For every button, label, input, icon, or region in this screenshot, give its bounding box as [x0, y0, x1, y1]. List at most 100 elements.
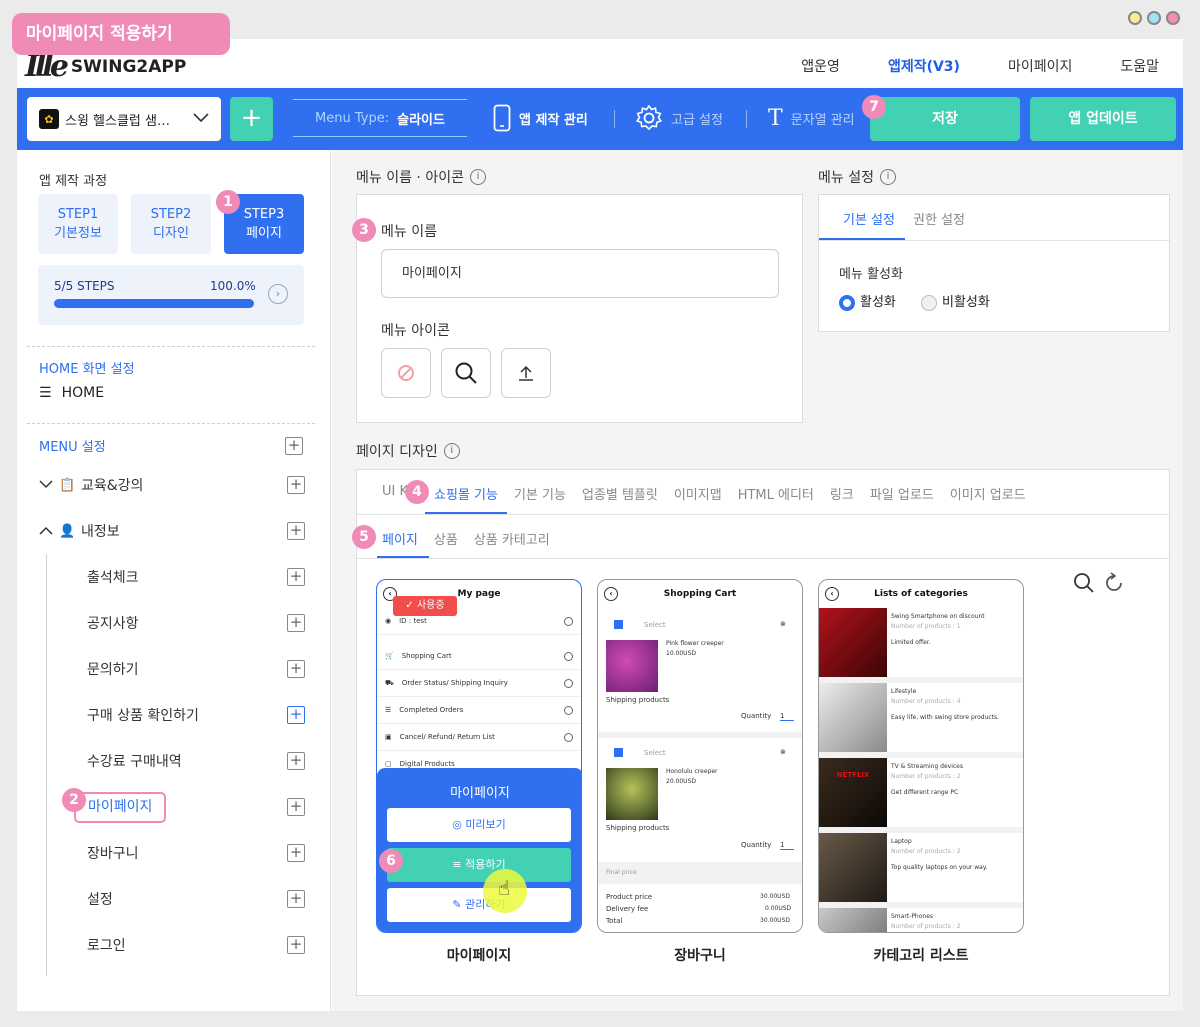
template-card-cart[interactable]: ‹ Shopping Cart Select ⊗ Pink flower cre… — [597, 579, 803, 933]
menu-name-input[interactable]: 마이페이지 — [381, 249, 779, 298]
minimize-dot-icon[interactable] — [1128, 11, 1142, 25]
preview-button[interactable]: ◎ 미리보기 — [387, 808, 571, 842]
add-submenu-button[interactable]: + — [287, 476, 305, 494]
subtab-product-category[interactable]: 상품 카테고리 — [466, 529, 558, 548]
no-icon-button[interactable] — [381, 348, 431, 398]
sidebar-item-purchase-check[interactable]: 구매 상품 확인하기 + — [87, 703, 305, 727]
badge-text: 사용중 — [416, 600, 445, 611]
menu-type[interactable]: Menu Type: 슬라이드 — [293, 99, 467, 137]
sidebar-item-inquiry[interactable]: 문의하기 + — [87, 657, 305, 681]
category-item: Swing Smartphone on discount Number of pr… — [819, 608, 1023, 683]
nav-help[interactable]: 도움말 — [1120, 56, 1159, 76]
in-use-badge: ✓ 사용중 — [393, 596, 457, 616]
sidebar: 앱 제작 과정 STEP1 기본정보 STEP2 디자인 STEP3 페이지 5… — [17, 150, 331, 1011]
app-window: Ille SWING2APP 앱운영 앱제작(V3) 마이페이지 도움말 ✿ 스… — [17, 39, 1183, 1011]
sidebar-item-tuition-history[interactable]: 수강료 구매내역 + — [87, 749, 305, 773]
add-app-button[interactable]: + — [230, 97, 273, 141]
close-dot-icon[interactable] — [1166, 11, 1180, 25]
tab-html-editor[interactable]: HTML 에디터 — [730, 484, 822, 503]
add-button[interactable]: + — [287, 936, 305, 954]
sidebar-item-cart[interactable]: 장바구니 + — [87, 841, 305, 865]
advanced-settings-button[interactable]: 고급 설정 — [635, 104, 723, 132]
tab-basic-settings[interactable]: 기본 설정 — [843, 209, 895, 228]
radio-active[interactable]: 활성화 — [839, 291, 896, 311]
sidebar-item-attendance[interactable]: 출석체크 + — [87, 565, 305, 589]
text-t-icon: T — [768, 106, 783, 131]
add-button[interactable]: + — [287, 568, 305, 586]
menu-name-panel: 메뉴 이름 마이페이지 메뉴 아이콘 — [356, 194, 803, 423]
sidebar-item-settings[interactable]: 설정 + — [87, 887, 305, 911]
search-icon-button[interactable] — [441, 348, 491, 398]
tab-image-upload[interactable]: 이미지 업로드 — [942, 484, 1034, 503]
refresh-icon[interactable] — [1103, 572, 1125, 594]
app-selector[interactable]: ✿ 스윙 헬스클럽 샘… — [27, 97, 221, 141]
add-button[interactable]: + — [287, 614, 305, 632]
info-icon[interactable]: i — [443, 443, 460, 459]
add-button[interactable]: + — [287, 844, 305, 862]
tab-basic-function[interactable]: 기본 기능 — [506, 484, 574, 503]
subtab-product[interactable]: 상품 — [426, 529, 466, 548]
tab-file-upload[interactable]: 파일 업로드 — [862, 484, 942, 503]
close-icon: ⊗ — [780, 748, 786, 756]
maximize-dot-icon[interactable] — [1147, 11, 1161, 25]
page-design-tabs: UI K 쇼핑몰 기능 기본 기능 업종별 템플릿 이미지맵 HTML 에디터 … — [374, 484, 1034, 503]
hand-cursor-icon: ☝ — [498, 876, 511, 900]
chevron-down-icon[interactable] — [39, 478, 59, 493]
category-image — [819, 833, 887, 902]
nav-links: 앱운영 앱제작(V3) 마이페이지 도움말 — [801, 56, 1159, 76]
tab-imagemap[interactable]: 이미지맵 — [666, 484, 730, 503]
upload-icon-button[interactable] — [501, 348, 551, 398]
step-badge-3: 3 — [352, 218, 376, 242]
radio-inactive[interactable]: 비활성화 — [921, 291, 990, 311]
tab-link[interactable]: 링크 — [822, 484, 862, 503]
delivery-value: 0.00USD — [765, 905, 792, 912]
sidebar-item-mypage[interactable]: 마이페이지 — [74, 792, 166, 823]
truck-icon: ⛟ — [385, 678, 394, 687]
overlay-title: 마이페이지 — [450, 786, 510, 801]
nav-app-operation[interactable]: 앱운영 — [801, 56, 840, 76]
apply-button[interactable]: ≡ 적용하기 — [387, 848, 571, 882]
template-card-mypage[interactable]: ‹ My page ◉ ID : test 🛒 Shopping Cart ⛟ Ord… — [376, 579, 582, 933]
add-menu-button[interactable]: + — [285, 437, 303, 455]
tab-underline — [819, 238, 905, 240]
info-icon[interactable]: i — [469, 169, 486, 185]
add-button[interactable]: + — [287, 706, 305, 724]
close-icon: ⊗ — [780, 620, 786, 628]
sidebar-item-notice[interactable]: 공지사항 + — [87, 611, 305, 635]
tab-industry-template[interactable]: 업종별 템플릿 — [574, 484, 666, 503]
nav-app-build[interactable]: 앱제작(V3) — [888, 56, 960, 76]
search-icon[interactable] — [1073, 572, 1095, 594]
prohibited-icon — [398, 365, 414, 381]
add-button[interactable]: + — [287, 660, 305, 678]
chevron-right-icon — [564, 732, 573, 742]
add-submenu-button[interactable]: + — [287, 522, 305, 540]
sidebar-group-myinfo[interactable]: 👤 내정보 + — [39, 519, 305, 543]
tab-shopping[interactable]: 쇼핑몰 기능 — [426, 484, 506, 503]
category-text: Lifestyle Number of products : 4 Easy life… — [887, 683, 1003, 752]
add-button[interactable]: + — [287, 752, 305, 770]
string-manage-button[interactable]: T 문자열 관리 — [768, 106, 855, 131]
save-button[interactable]: 저장 — [870, 97, 1020, 141]
chevron-up-icon[interactable] — [39, 524, 59, 539]
manage-button[interactable]: ✎ 관리하기 — [387, 888, 571, 922]
radio-checked-icon — [839, 294, 855, 311]
sidebar-group-education[interactable]: 📋 교육&강의 + — [39, 473, 305, 497]
subtab-page[interactable]: 페이지 — [374, 529, 426, 548]
nav-mypage[interactable]: 마이페이지 — [1008, 56, 1072, 76]
template-card-category[interactable]: ‹ Lists of categories Swing Smartphone o… — [818, 579, 1024, 933]
home-label: HOME — [61, 385, 105, 401]
group-label: 교육&강의 — [81, 478, 144, 494]
sidebar-item-home[interactable]: ☰ HOME — [39, 385, 104, 401]
add-button[interactable]: + — [287, 798, 305, 816]
step1-button[interactable]: STEP1 기본정보 — [38, 194, 118, 254]
toolbar: ✿ 스윙 헬스클럽 샘… + Menu Type: 슬라이드 앱 제작 관리 고… — [17, 88, 1183, 150]
tab-permission-settings[interactable]: 권한 설정 — [913, 209, 965, 228]
item-label: 구매 상품 확인하기 — [87, 708, 199, 724]
step2-button[interactable]: STEP2 디자인 — [131, 194, 211, 254]
app-update-button[interactable]: 앱 업데이트 — [1030, 97, 1176, 141]
sidebar-item-login[interactable]: 로그인 + — [87, 933, 305, 957]
app-manage-button[interactable]: 앱 제작 관리 — [493, 104, 588, 132]
info-icon[interactable]: i — [879, 169, 896, 185]
add-button[interactable]: + — [287, 890, 305, 908]
chevron-right-icon[interactable]: › — [268, 284, 288, 304]
